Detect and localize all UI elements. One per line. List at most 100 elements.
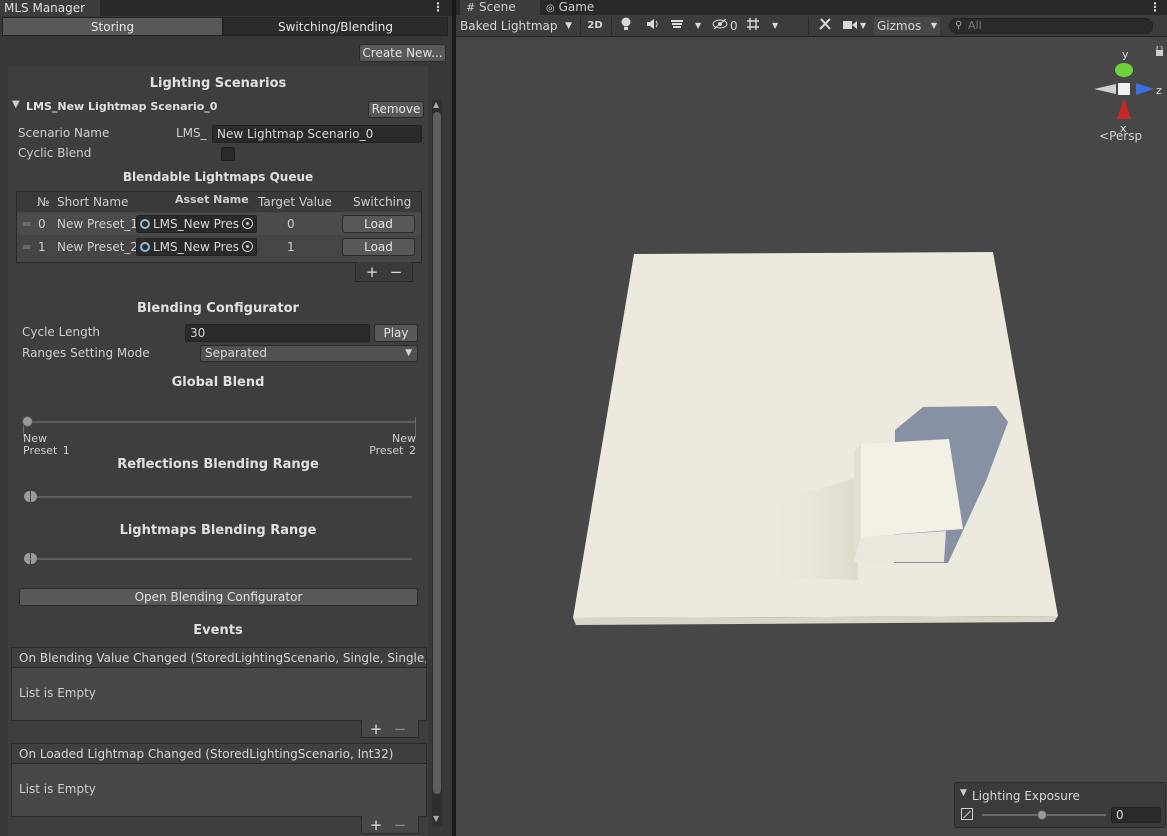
tab-storing[interactable]: Storing [2, 17, 223, 36]
add-event-button[interactable]: + [364, 816, 388, 834]
lightmaps-range-track[interactable] [26, 558, 412, 560]
global-blend-track[interactable] [26, 421, 415, 423]
drag-handle-icon[interactable]: ═ [23, 213, 30, 235]
gizmos-label: Gizmos [877, 19, 922, 33]
draw-mode-value: Baked Lightmap [460, 19, 558, 33]
scroll-down-icon[interactable]: ▼ [433, 814, 439, 823]
exposure-icon [961, 808, 973, 820]
table-header: № Short Name Asset Name Target Value Swi… [17, 192, 421, 212]
event-empty-text: List is Empty [19, 782, 96, 796]
remove-event-button[interactable]: − [388, 816, 412, 834]
chevron-down-icon[interactable]: ▼ [860, 17, 866, 35]
scenario-foldout-title[interactable]: LMS_New Lightmap Scenario_0 [26, 100, 217, 113]
scroll-up-icon[interactable]: ▲ [433, 100, 439, 109]
create-new-button[interactable]: Create New... [359, 44, 446, 62]
scene-visibility-icon[interactable] [712, 17, 728, 35]
table-row: ═ 0 New Preset_1 LMS_New Pres 0 Load [17, 213, 421, 235]
cyclic-blend-label: Cyclic Blend [18, 146, 92, 160]
scene-toolbar: Baked Lightmap ▼ 2D ▼ 0 ▼ ▼ Gizmos ▼ ⚲ A… [456, 15, 1167, 37]
scene-render [573, 252, 1058, 625]
col-asset-name: Asset Name [175, 193, 249, 206]
scenario-name-prefix: LMS_ [176, 126, 207, 140]
object-picker-icon[interactable] [242, 241, 253, 252]
search-icon: ⚲ [955, 20, 963, 31]
chevron-down-icon: ▼ [565, 21, 572, 31]
asset-name: LMS_New Pres [153, 240, 239, 254]
asset-object-field[interactable]: LMS_New Pres [136, 238, 257, 256]
exposure-value-field[interactable]: 0 [1111, 807, 1161, 823]
table-row: ═ 1 New Preset_2 LMS_New Pres 1 Load [17, 236, 421, 258]
scene-viewport[interactable]: y z x <Persp [456, 38, 1167, 836]
add-queue-item-button[interactable]: + [360, 262, 384, 282]
chevron-down-icon[interactable]: ▼ [695, 17, 701, 35]
toggle-2d-button[interactable]: 2D [586, 17, 604, 35]
remove-event-button[interactable]: − [388, 720, 412, 738]
event-add-remove-bar: + − [361, 816, 419, 834]
grid-toggle-icon[interactable] [746, 17, 760, 35]
reflections-range-track[interactable] [26, 496, 412, 498]
panel-tab-bar: MLS Manager ⋮ [0, 0, 452, 16]
draw-mode-dropdown[interactable]: Baked Lightmap ▼ [460, 17, 574, 35]
lighting-toggle-icon[interactable] [620, 17, 632, 35]
scene-menu-icon[interactable]: ⋮ [1149, 0, 1161, 14]
foldout-triangle-icon[interactable]: ▼ [12, 99, 20, 110]
global-blend-header: Global Blend [171, 375, 265, 390]
row-number: 0 [38, 217, 46, 231]
drag-handle-icon[interactable]: ═ [23, 236, 30, 258]
tab-switching-blending[interactable]: Switching/Blending [223, 17, 448, 36]
scene-search-input[interactable]: ⚲ All [949, 18, 1153, 34]
scenario-name-label: Scenario Name [18, 126, 110, 140]
tab-game[interactable]: ◎ Game [540, 0, 610, 15]
asset-object-field[interactable]: LMS_New Pres [136, 215, 257, 233]
foldout-triangle-icon[interactable]: ▼ [960, 788, 967, 798]
tools-icon[interactable] [818, 17, 832, 35]
col-switching: Switching [353, 195, 412, 209]
ranges-mode-dropdown[interactable]: Separated ▼ [200, 345, 418, 362]
camera-icon[interactable] [843, 17, 857, 35]
remove-queue-item-button[interactable]: − [384, 262, 408, 282]
load-button[interactable]: Load [342, 215, 415, 233]
play-button[interactable]: Play [374, 324, 418, 342]
events-header: Events [193, 623, 243, 638]
toolbar-divider [611, 17, 612, 35]
toolbar-divider [580, 17, 581, 35]
reflections-range-handle[interactable] [24, 491, 37, 502]
object-picker-icon[interactable] [242, 218, 253, 229]
audio-toggle-icon[interactable] [646, 17, 660, 35]
global-blend-handle[interactable] [22, 416, 33, 427]
panel-menu-icon[interactable]: ⋮ [432, 0, 444, 14]
tab-scene[interactable]: # Scene [460, 0, 540, 15]
ranges-mode-value: Separated [205, 346, 267, 360]
queue-add-remove-bar: + − [355, 262, 413, 282]
projection-label: Persp [1109, 129, 1143, 143]
chevron-down-icon[interactable]: ▼ [772, 17, 778, 35]
tab-mls-manager[interactable]: MLS Manager [0, 0, 100, 16]
scriptable-object-icon [140, 242, 150, 252]
remove-scenario-button[interactable]: Remove [368, 101, 424, 118]
tab-game-label: Game [558, 0, 595, 14]
cycle-length-field[interactable]: 30 [185, 324, 370, 342]
scenario-inspector: Lighting Scenarios ▼ LMS_New Lightmap Sc… [8, 66, 428, 836]
open-blending-configurator-button[interactable]: Open Blending Configurator [19, 588, 418, 606]
axis-y-label: y [1122, 48, 1129, 61]
chevron-down-icon: ▼ [405, 348, 412, 358]
exposure-slider-handle[interactable] [1037, 810, 1047, 820]
event-blending-value-changed: On Blending Value Changed (StoredLightin… [11, 647, 427, 721]
scrollbar-thumb[interactable] [433, 112, 441, 794]
orientation-gizmo-icon[interactable]: y z x [1088, 46, 1167, 138]
lightmaps-queue-table: № Short Name Asset Name Target Value Swi… [16, 191, 422, 263]
persp-icon: < [1099, 129, 1110, 143]
projection-toggle[interactable]: <Persp [1099, 129, 1142, 143]
toolbar-divider [808, 17, 809, 35]
vertical-scrollbar[interactable]: ▲ ▼ [432, 100, 442, 826]
lightmaps-range-handle[interactable] [24, 553, 37, 564]
gizmos-dropdown[interactable]: Gizmos ▼ [874, 17, 940, 35]
add-event-button[interactable]: + [364, 720, 388, 738]
effects-toggle-icon[interactable] [670, 17, 684, 35]
lightmaps-range-header: Lightmaps Blending Range [119, 523, 317, 538]
cyclic-blend-checkbox[interactable] [221, 147, 235, 161]
cube-top [861, 439, 963, 537]
load-button[interactable]: Load [342, 238, 415, 256]
row-short-name: New Preset_2 [57, 240, 139, 254]
scenario-name-field[interactable]: New Lightmap Scenario_0 [212, 125, 422, 143]
